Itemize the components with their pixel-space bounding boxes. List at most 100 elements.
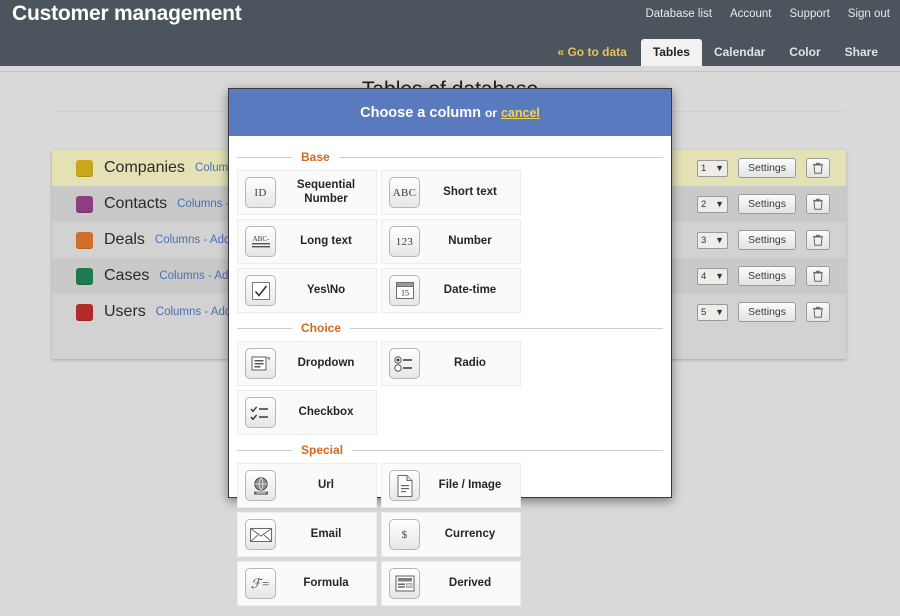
- column-type-option[interactable]: ID Sequential Number: [237, 170, 377, 215]
- top-nav-links: Database list Account Support Sign out: [645, 8, 890, 20]
- settings-button[interactable]: Settings: [738, 266, 796, 286]
- table-name: Companies: [104, 159, 185, 176]
- section-legend-base: Base: [237, 150, 663, 164]
- column-type-label: Radio: [454, 356, 486, 369]
- column-type-option[interactable]: Dropdown: [237, 341, 377, 386]
- number-icon: 123: [389, 226, 420, 257]
- column-type-option[interactable]: File / Image: [381, 463, 521, 508]
- column-type-label: Url: [318, 478, 334, 491]
- column-type-option[interactable]: Radio: [381, 341, 521, 386]
- settings-button[interactable]: Settings: [738, 158, 796, 178]
- column-type-option[interactable]: 15 Date-time: [381, 268, 521, 313]
- trash-icon: [813, 270, 823, 282]
- column-type-option[interactable]: Derived: [381, 561, 521, 606]
- globe-icon: WWW: [245, 470, 276, 501]
- nav-link-sign-out[interactable]: Sign out: [848, 8, 890, 20]
- section-grid-base: ID Sequential Number ABC Short text ABC- Long …: [237, 170, 663, 313]
- columns-link[interactable]: Columns: [177, 198, 222, 210]
- section-legend-special: Special: [237, 443, 663, 457]
- column-type-option[interactable]: Yes\No: [237, 268, 377, 313]
- modal-body: Base ID Sequential Number ABC Short text ABC- L…: [229, 136, 671, 616]
- tab-tables[interactable]: Tables: [640, 39, 702, 66]
- calendar-icon: 15: [395, 282, 414, 299]
- table-color-swatch[interactable]: [76, 267, 93, 285]
- order-select[interactable]: 2 ▼: [697, 195, 728, 213]
- order-select[interactable]: 5 ▼: [697, 303, 728, 321]
- columns-link[interactable]: Columns: [156, 306, 201, 318]
- settings-button[interactable]: Settings: [738, 302, 796, 322]
- trash-icon: [813, 198, 823, 210]
- tab-calendar[interactable]: Calendar: [702, 39, 777, 66]
- delete-button[interactable]: [806, 302, 830, 322]
- nav-link-support[interactable]: Support: [790, 8, 830, 20]
- order-select[interactable]: 4 ▼: [697, 267, 728, 285]
- tab-color[interactable]: Color: [777, 39, 832, 66]
- column-type-option[interactable]: Email: [237, 512, 377, 557]
- section-legend-choice: Choice: [237, 321, 663, 335]
- cancel-link[interactable]: cancel: [501, 106, 540, 120]
- column-type-label: Formula: [303, 576, 349, 589]
- derived-icon: [395, 575, 414, 592]
- settings-button[interactable]: Settings: [738, 194, 796, 214]
- row-actions: 4 ▼ Settings: [697, 258, 830, 294]
- tab-share[interactable]: Share: [833, 39, 890, 66]
- column-type-label: Sequential Number: [296, 179, 356, 205]
- row-actions: 5 ▼ Settings: [697, 294, 830, 330]
- column-type-option[interactable]: $ Currency: [381, 512, 521, 557]
- nav-link-account[interactable]: Account: [730, 8, 772, 20]
- trash-icon: [813, 234, 823, 246]
- svg-text:ABC-: ABC-: [252, 235, 269, 243]
- number-icon-glyph: 123: [395, 235, 414, 248]
- delete-button[interactable]: [806, 230, 830, 250]
- column-type-option[interactable]: 123 Number: [381, 219, 521, 264]
- table-color-swatch[interactable]: [76, 195, 93, 213]
- column-type-label: Currency: [444, 527, 496, 540]
- chevron-down-icon: ▼: [715, 307, 724, 317]
- checkmark-icon: [245, 275, 276, 306]
- order-select[interactable]: 3 ▼: [697, 231, 728, 249]
- app-title: Customer management: [12, 2, 242, 25]
- table-color-swatch[interactable]: [76, 231, 93, 249]
- column-type-label: Date-time: [443, 283, 497, 296]
- column-type-option[interactable]: ABC- Long text: [237, 219, 377, 264]
- tab-go-to-data[interactable]: « Go to data: [545, 39, 640, 66]
- radio-icon: [389, 348, 420, 379]
- columns-link[interactable]: Columns: [159, 270, 204, 282]
- delete-button[interactable]: [806, 158, 830, 178]
- table-name: Deals: [104, 231, 145, 248]
- legend-rule-left: [237, 156, 292, 158]
- legend-rule-right: [352, 449, 663, 451]
- column-type-label: Number: [448, 234, 492, 247]
- trash-icon: [813, 306, 823, 318]
- column-type-label: Derived: [448, 576, 492, 589]
- column-type-option[interactable]: ABC Short text: [381, 170, 521, 215]
- envelope-icon: [245, 519, 276, 550]
- document-icon: [397, 474, 412, 497]
- table-color-swatch[interactable]: [76, 303, 93, 321]
- column-type-option[interactable]: ℱ= Formula: [237, 561, 377, 606]
- link-separator: -: [204, 306, 209, 318]
- delete-button[interactable]: [806, 194, 830, 214]
- chevron-down-icon: ▼: [715, 199, 724, 209]
- settings-button[interactable]: Settings: [738, 230, 796, 250]
- column-type-label: Dropdown: [297, 356, 355, 369]
- svg-text:15: 15: [401, 289, 409, 298]
- nav-link-database-list[interactable]: Database list: [645, 8, 711, 20]
- section-label: Base: [301, 150, 330, 164]
- svg-text:WWW: WWW: [256, 491, 265, 495]
- long-text-icon: ABC-: [251, 235, 270, 247]
- table-color-swatch[interactable]: [76, 159, 93, 177]
- columns-link[interactable]: Columns: [155, 234, 200, 246]
- abc-icon-glyph: ABC: [392, 186, 417, 199]
- modal-title: Choose a column: [360, 104, 481, 121]
- order-select[interactable]: 1 ▼: [697, 159, 728, 177]
- column-type-label: Yes\No: [306, 283, 346, 296]
- row-actions: 1 ▼ Settings: [697, 150, 830, 186]
- id-icon-glyph: ID: [254, 186, 267, 199]
- legend-rule-left: [237, 327, 292, 329]
- dollar-glyph: $: [401, 528, 408, 541]
- column-type-option[interactable]: WWW Url: [237, 463, 377, 508]
- trash-icon: [813, 162, 823, 174]
- delete-button[interactable]: [806, 266, 830, 286]
- column-type-option[interactable]: Checkbox: [237, 390, 377, 435]
